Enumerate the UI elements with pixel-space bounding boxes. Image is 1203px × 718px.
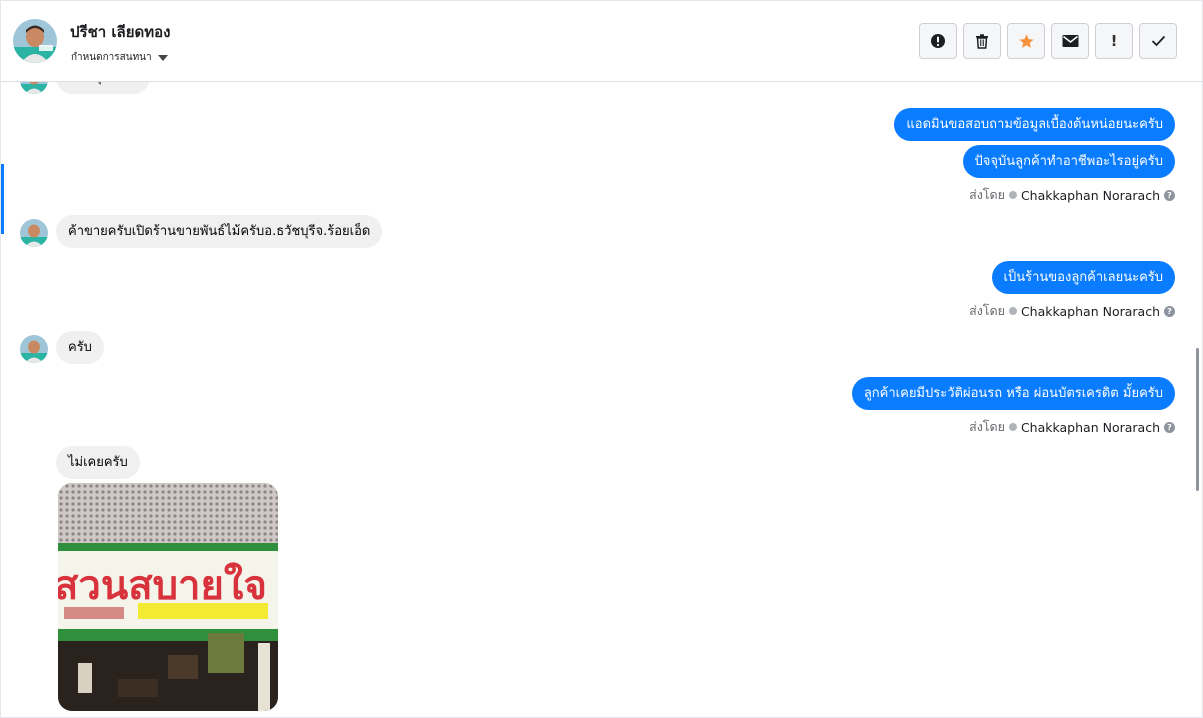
conversation-toolbar: ! xyxy=(919,23,1177,59)
delete-button[interactable] xyxy=(963,23,1001,59)
message-bubble-incoming: ค้าขายครับเปิดร้านขายพันธ์ไม้ครับอ.ธวัชบ… xyxy=(56,215,383,248)
message-bubble-incoming: ครับ xyxy=(56,331,104,364)
trash-icon xyxy=(976,34,988,49)
agent-name: Chakkaphan Norarach xyxy=(1020,419,1160,435)
help-icon[interactable]: ? xyxy=(1164,189,1175,201)
message-bubble-incoming: ไม่เคยครับ xyxy=(56,446,140,479)
agent-name: Chakkaphan Norarach xyxy=(1020,187,1160,203)
sent-by-prefix: ส่งโดย xyxy=(969,303,1005,318)
verified-icon xyxy=(1008,423,1017,431)
sent-by-label: ส่งโดย Chakkaphan Norarach ? xyxy=(969,417,1175,437)
message-bubble-outgoing: ปัจจุบันลูกค้าทำอาชีพอะไรอยู่ครับ xyxy=(962,145,1175,178)
message-bubble-outgoing: ลูกค้าเคยมีประวัติผ่อนรถ หรือ ผ่อนบัตรเค… xyxy=(851,377,1175,410)
verified-icon xyxy=(1008,307,1017,315)
mark-done-button[interactable] xyxy=(1139,23,1177,59)
sent-by-prefix: ส่งโดย xyxy=(969,187,1005,202)
conversation-schedule-dropdown[interactable]: กำหนดการสนทนา xyxy=(71,50,168,65)
star-icon xyxy=(1018,33,1034,48)
sent-by-label: ส่งโดย Chakkaphan Norarach ? xyxy=(969,301,1175,321)
envelope-icon xyxy=(1062,35,1078,47)
verified-icon xyxy=(1008,191,1017,199)
conversation-schedule-label: กำหนดการสนทนา xyxy=(71,52,152,63)
scrollbar[interactable] xyxy=(1196,348,1199,491)
sent-by-prefix: ส่งโดย xyxy=(969,419,1005,434)
message-bubble-outgoing: แอดมินขอสอบถามข้อมูลเบื้องต้นหน่อยนะครับ xyxy=(894,108,1175,141)
exclamation-icon: ! xyxy=(1110,32,1118,50)
follow-up-button[interactable]: ! xyxy=(1095,23,1133,59)
sent-by-label: ส่งโดย Chakkaphan Norarach ? xyxy=(969,185,1175,205)
photo-attachment[interactable]: สวนสบายใจ xyxy=(58,483,278,711)
active-indicator xyxy=(1,164,4,234)
mark-unread-button[interactable] xyxy=(1051,23,1089,59)
sign-text: สวนสบายใจ xyxy=(58,562,267,609)
star-button[interactable] xyxy=(1007,23,1045,59)
agent-name: Chakkaphan Norarach xyxy=(1020,303,1160,319)
mark-spam-button[interactable] xyxy=(919,23,957,59)
contact-name: ปรีชา เลียดทอง xyxy=(70,23,171,41)
help-icon[interactable]: ? xyxy=(1164,421,1175,433)
help-icon[interactable]: ? xyxy=(1164,305,1175,317)
alert-circle-icon xyxy=(931,34,945,48)
check-icon xyxy=(1151,35,1165,47)
contact-avatar[interactable] xyxy=(13,19,57,63)
caret-down-icon xyxy=(157,54,168,61)
conversation-panel: ปรีชา เลียดทอง กำหนดการสนทนา ! แอดมินขอส… xyxy=(0,0,1203,718)
contact-avatar-small xyxy=(20,335,48,363)
conversation-header: ปรีชา เลียดทอง กำหนดการสนทนา ! xyxy=(1,1,1202,82)
contact-avatar-small xyxy=(20,219,48,247)
message-bubble-outgoing: เป็นร้านของลูกค้าเลยนะครับ xyxy=(991,261,1175,294)
